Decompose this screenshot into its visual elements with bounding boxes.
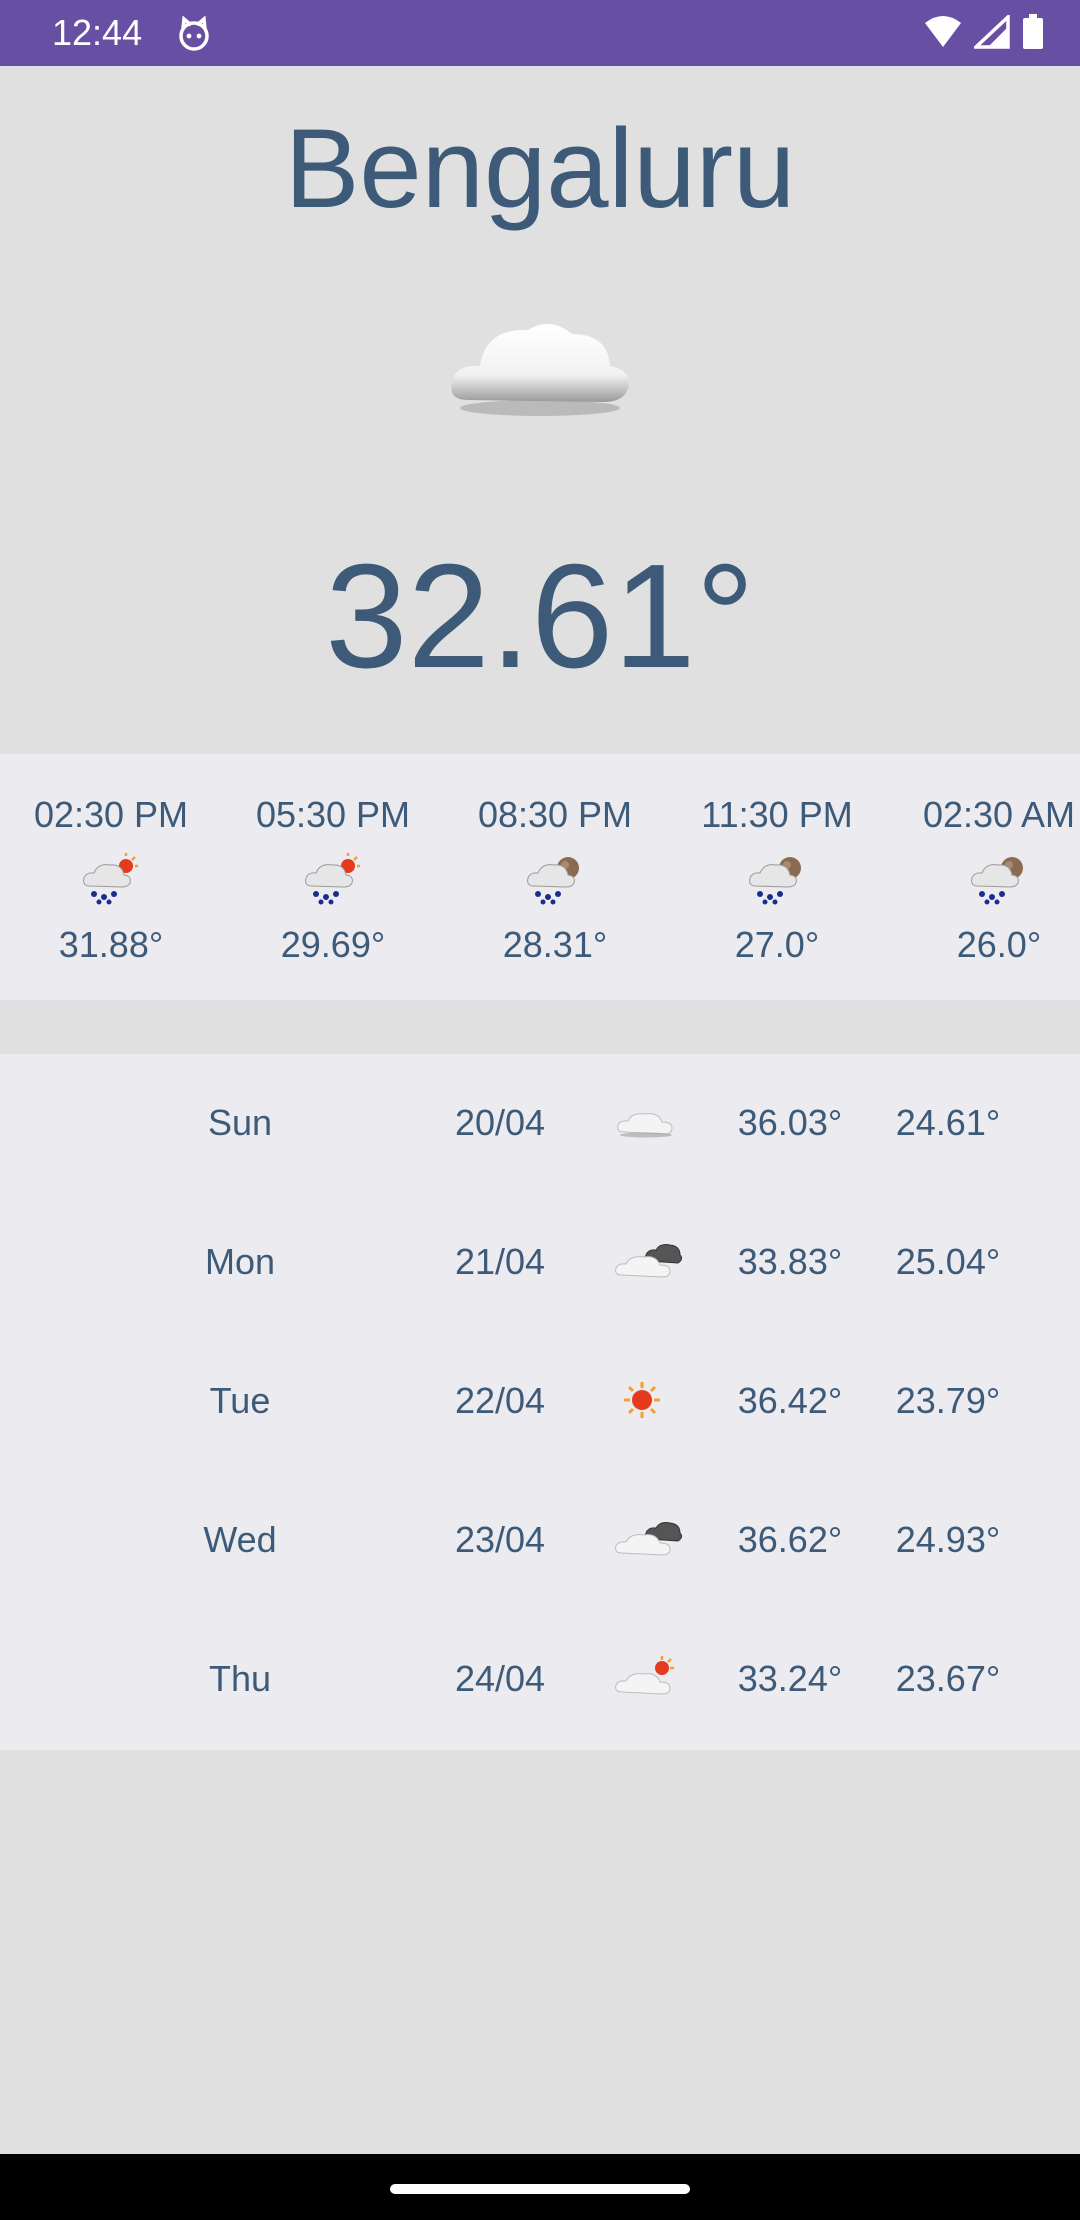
daily-date: 21/04: [454, 1241, 546, 1282]
hourly-temp: 27.0°: [734, 924, 820, 965]
battery-icon: [1023, 14, 1043, 49]
daily-max: 36.62°: [737, 1519, 843, 1560]
hourly-item: 02:30 AM 26.0°: [888, 754, 1080, 1000]
hourly-forecast[interactable]: 02:30 PM 31.88° 05:30 PM 29.69° 08:30 PM…: [0, 754, 1080, 1000]
status-bar: 12:44: [0, 0, 1080, 66]
daily-date: 23/04: [454, 1519, 546, 1560]
daily-min: 24.61°: [895, 1102, 1001, 1143]
dark-cloud-icon: [615, 1244, 683, 1278]
cat-face-icon: [179, 16, 209, 51]
daily-day: Thu: [208, 1658, 272, 1699]
daily-day: Wed: [203, 1519, 277, 1560]
daily-min: 24.93°: [895, 1519, 1001, 1560]
wifi-icon: [925, 16, 961, 47]
current-temperature: 32.61°: [325, 534, 755, 699]
hourly-time: 02:30 PM: [33, 794, 189, 835]
navigation-bar: [0, 2154, 1080, 2220]
daily-row[interactable]: Sun 20/04 36.03° 24.61°: [0, 1054, 1080, 1193]
hourly-temp: 28.31°: [502, 924, 608, 965]
daily-row[interactable]: Thu 24/04 33.24° 23.67°: [0, 1610, 1080, 1749]
daily-row[interactable]: Tue 22/04 36.42° 23.79°: [0, 1332, 1080, 1471]
daily-max: 33.24°: [737, 1658, 843, 1699]
cloud-sun-icon: [615, 1656, 674, 1695]
daily-day: Tue: [209, 1380, 271, 1421]
hourly-item: 08:30 PM 28.31°: [444, 754, 666, 1000]
daily-forecast: Sun 20/04 36.03° 24.61° Mon 21/04 33.83°…: [0, 1054, 1080, 1750]
daily-max: 36.42°: [737, 1380, 843, 1421]
rain-night-icon: [527, 857, 579, 905]
city-name: Bengaluru: [284, 106, 796, 231]
cloud-icon: [451, 323, 629, 416]
sun-icon: [624, 1382, 660, 1418]
daily-date: 22/04: [454, 1380, 546, 1421]
hourly-time: 08:30 PM: [477, 794, 633, 835]
daily-date: 24/04: [454, 1658, 546, 1699]
daily-date: 20/04: [454, 1102, 546, 1143]
hourly-temp: 29.69°: [280, 924, 386, 965]
daily-min: 23.79°: [895, 1380, 1001, 1421]
hourly-temp: 31.88°: [58, 924, 164, 965]
rain-sun-icon: [83, 853, 138, 905]
hourly-temp: 26.0°: [956, 924, 1042, 965]
daily-max: 36.03°: [737, 1102, 843, 1143]
hourly-item: 02:30 PM 31.88°: [0, 754, 222, 1000]
cloud-icon: [617, 1113, 673, 1138]
daily-day: Mon: [204, 1241, 276, 1282]
rain-night-icon: [749, 857, 801, 905]
daily-row[interactable]: Mon 21/04 33.83° 25.04°: [0, 1193, 1080, 1332]
dark-cloud-icon: [615, 1522, 683, 1556]
hourly-item: 11:30 PM 27.0°: [666, 754, 888, 1000]
rain-night-icon: [971, 857, 1023, 905]
status-icons: [924, 14, 1044, 50]
daily-min: 25.04°: [895, 1241, 1001, 1282]
status-time: 12:44: [52, 12, 143, 53]
daily-day: Sun: [207, 1102, 273, 1143]
hourly-item: 05:30 PM 29.69°: [222, 754, 444, 1000]
daily-min: 23.67°: [895, 1658, 1001, 1699]
daily-row[interactable]: Wed 23/04 36.62° 24.93°: [0, 1471, 1080, 1610]
home-gesture-handle[interactable]: [390, 2184, 690, 2194]
hourly-time: 02:30 AM: [922, 794, 1076, 835]
cell-signal-icon: [974, 15, 1010, 49]
daily-max: 33.83°: [737, 1241, 843, 1282]
hourly-time: 11:30 PM: [701, 794, 853, 835]
hourly-time: 05:30 PM: [255, 794, 411, 835]
rain-sun-icon: [305, 853, 360, 905]
